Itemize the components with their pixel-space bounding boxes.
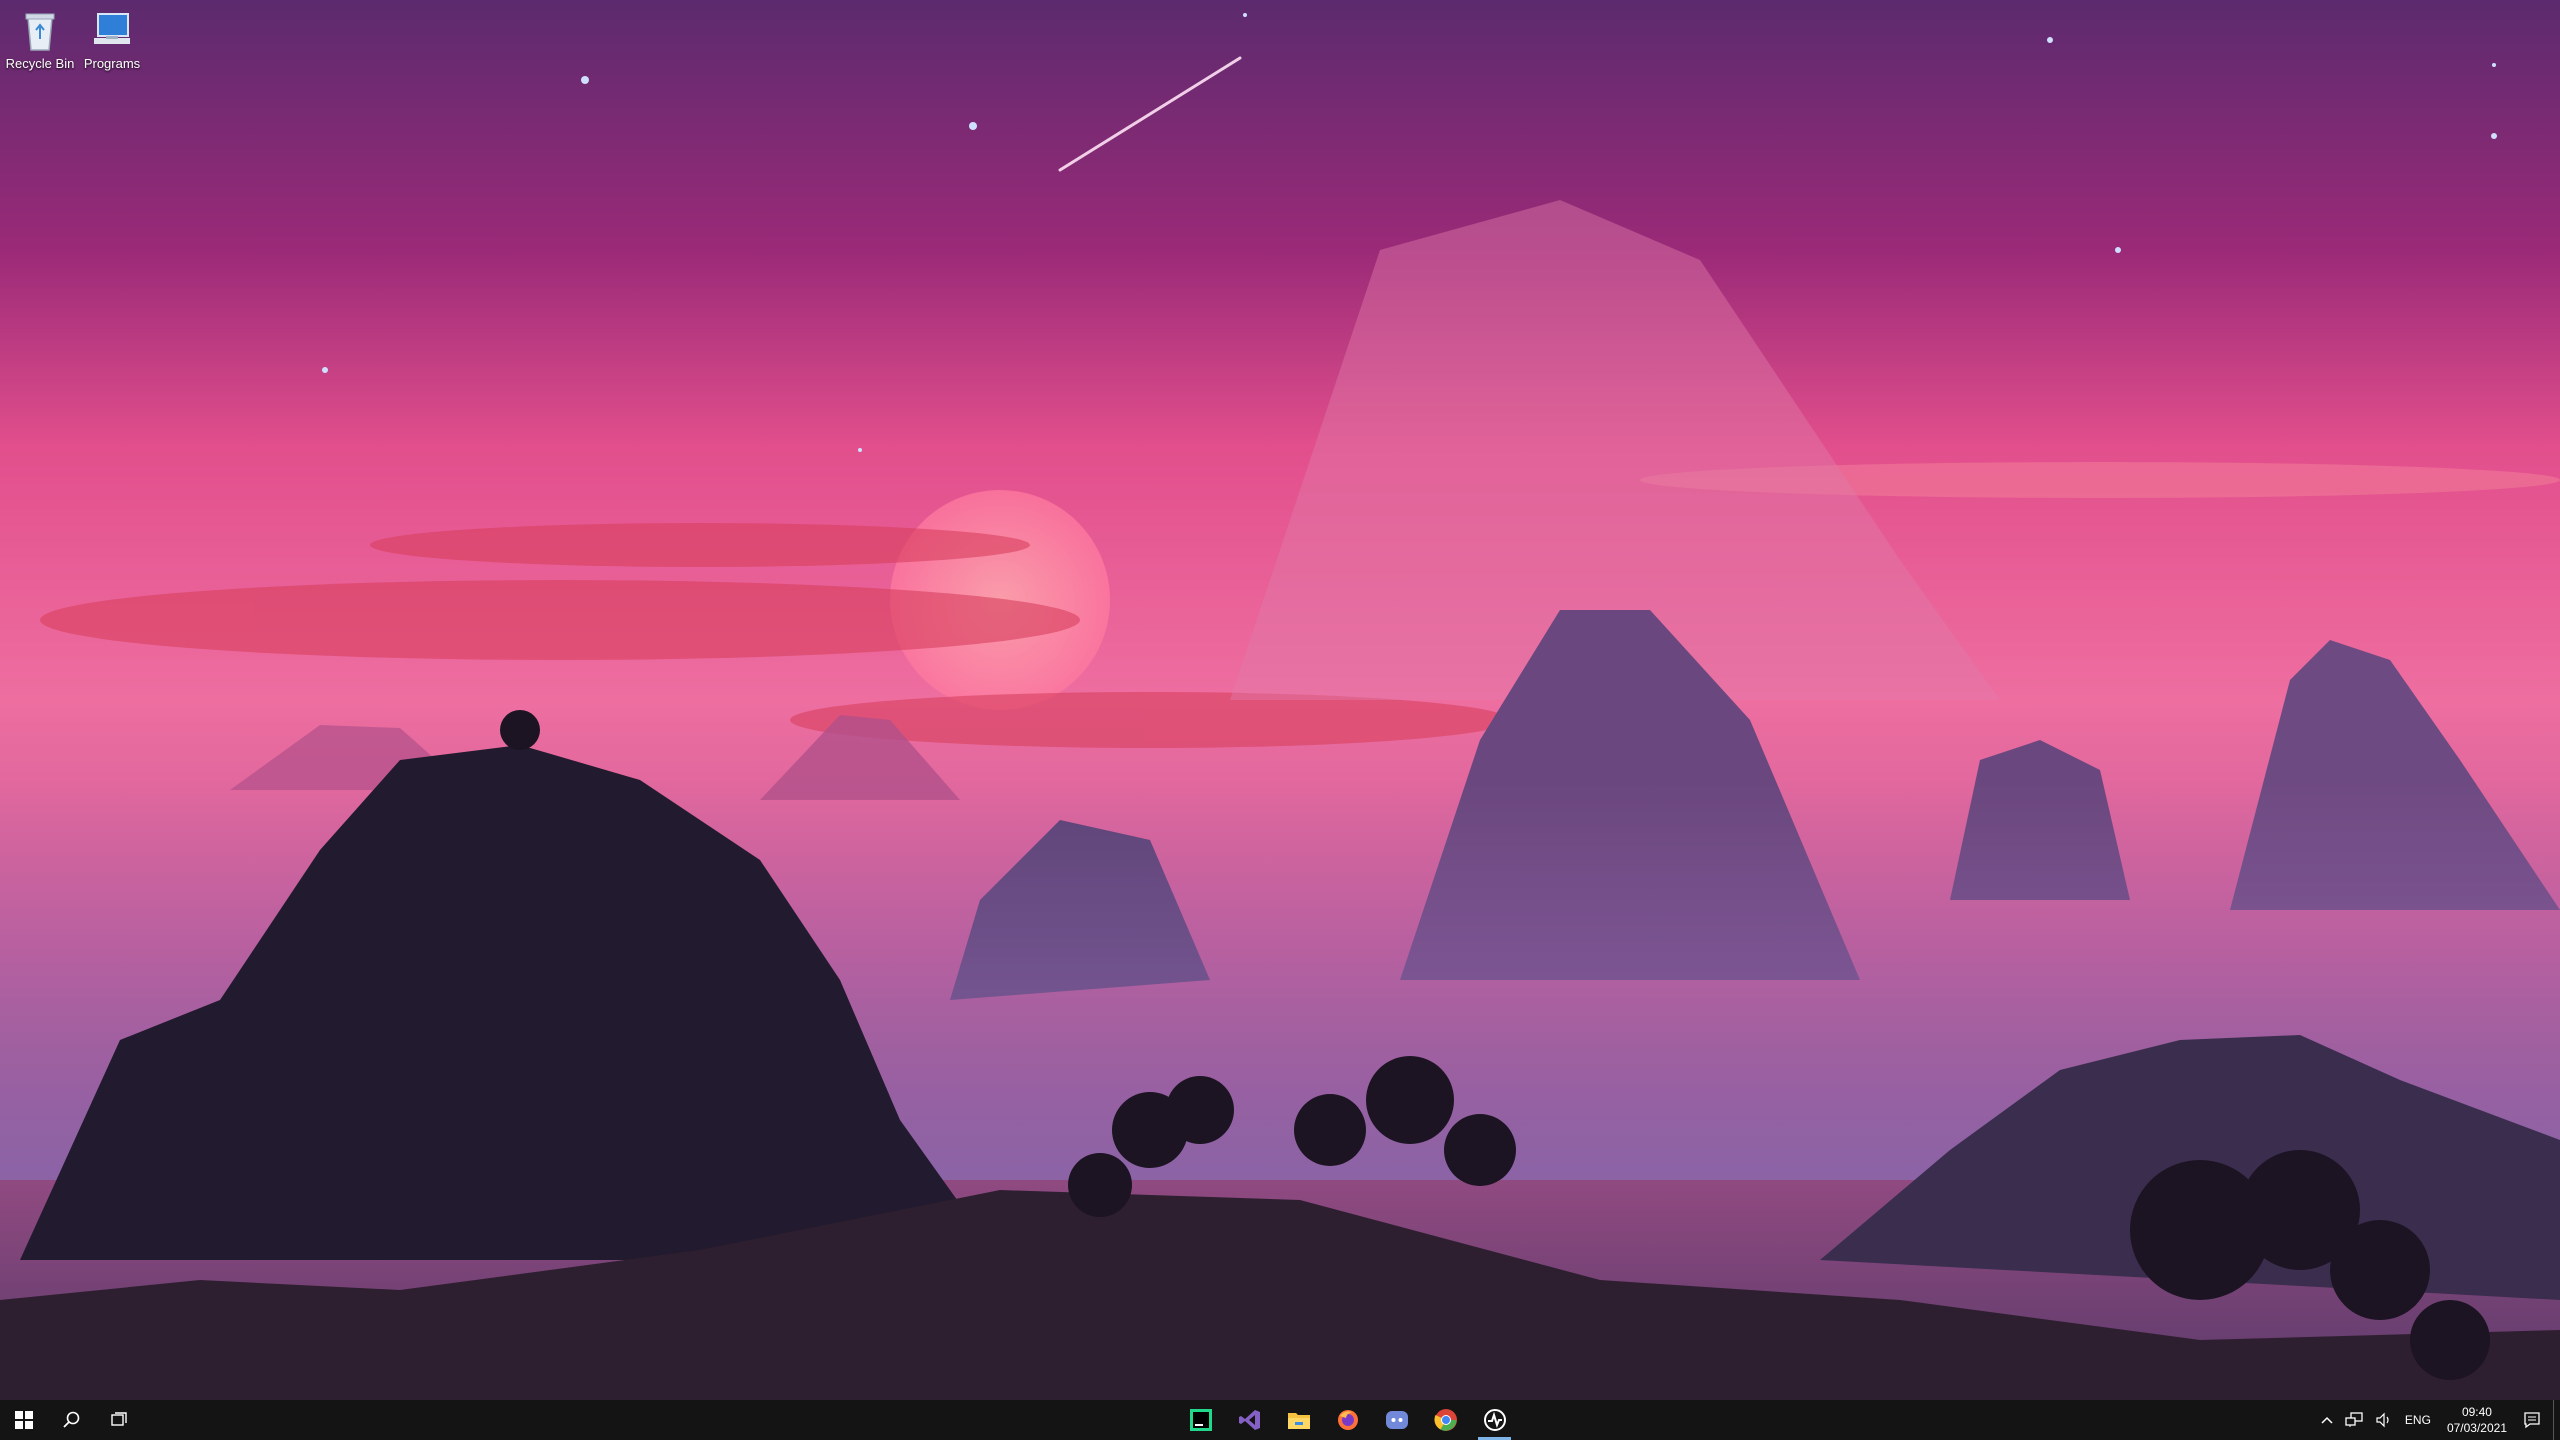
taskbar-app-file-explorer[interactable] [1274,1400,1323,1440]
show-desktop-button[interactable] [2553,1400,2560,1440]
action-center-button[interactable] [2517,1400,2547,1440]
desktop-icon-label: Programs [83,56,141,71]
taskbar-app-active[interactable] [1470,1400,1519,1440]
desktop-icon-label: Recycle Bin [5,56,75,71]
volume-button[interactable] [2369,1400,2399,1440]
desktop-wallpaper [0,0,2560,1400]
start-button[interactable] [0,1400,48,1440]
firefox-icon [1337,1410,1358,1430]
taskbar-app-chrome[interactable] [1421,1400,1470,1440]
language-indicator[interactable]: ENG [2399,1400,2437,1440]
taskbar-app-discord[interactable] [1372,1400,1421,1440]
taskbar-app-pycharm[interactable] [1176,1400,1225,1440]
windows-start-icon [15,1411,33,1429]
pinned-apps [1176,1400,1519,1440]
computer-icon [94,13,130,44]
visual-studio-icon [1238,1410,1260,1430]
taskbar-app-firefox[interactable] [1323,1400,1372,1440]
network-icon [2345,1412,2363,1427]
recycle-bin-desktop-icon[interactable]: Recycle Bin [0,6,80,71]
notification-icon [2524,1412,2540,1429]
taskbar-app-visual-studio[interactable] [1225,1400,1274,1440]
app-icon-active [1483,1409,1506,1431]
search-button[interactable] [48,1400,96,1440]
programs-desktop-icon[interactable]: Programs [72,6,152,71]
show-hidden-icons-button[interactable] [2315,1400,2339,1440]
discord-icon [1385,1411,1408,1429]
file-explorer-icon [1287,1413,1310,1429]
clock[interactable]: 09:40 07/03/2021 [2437,1400,2517,1440]
chevron-up-icon [2321,1416,2333,1424]
search-icon [63,1411,80,1428]
chrome-icon [1433,1409,1457,1431]
taskbar: ENG 09:40 07/03/2021 [0,1400,2560,1440]
pycharm-icon [1189,1409,1212,1431]
speaker-icon [2376,1412,2389,1428]
task-view-icon [111,1412,127,1426]
recycle-bin-icon [25,13,55,51]
clock-date: 07/03/2021 [2446,1421,2507,1435]
task-view-button[interactable] [96,1400,144,1440]
clock-time: 09:40 [2461,1405,2492,1419]
network-button[interactable] [2339,1400,2369,1440]
system-tray: ENG 09:40 07/03/2021 [2315,1400,2560,1440]
